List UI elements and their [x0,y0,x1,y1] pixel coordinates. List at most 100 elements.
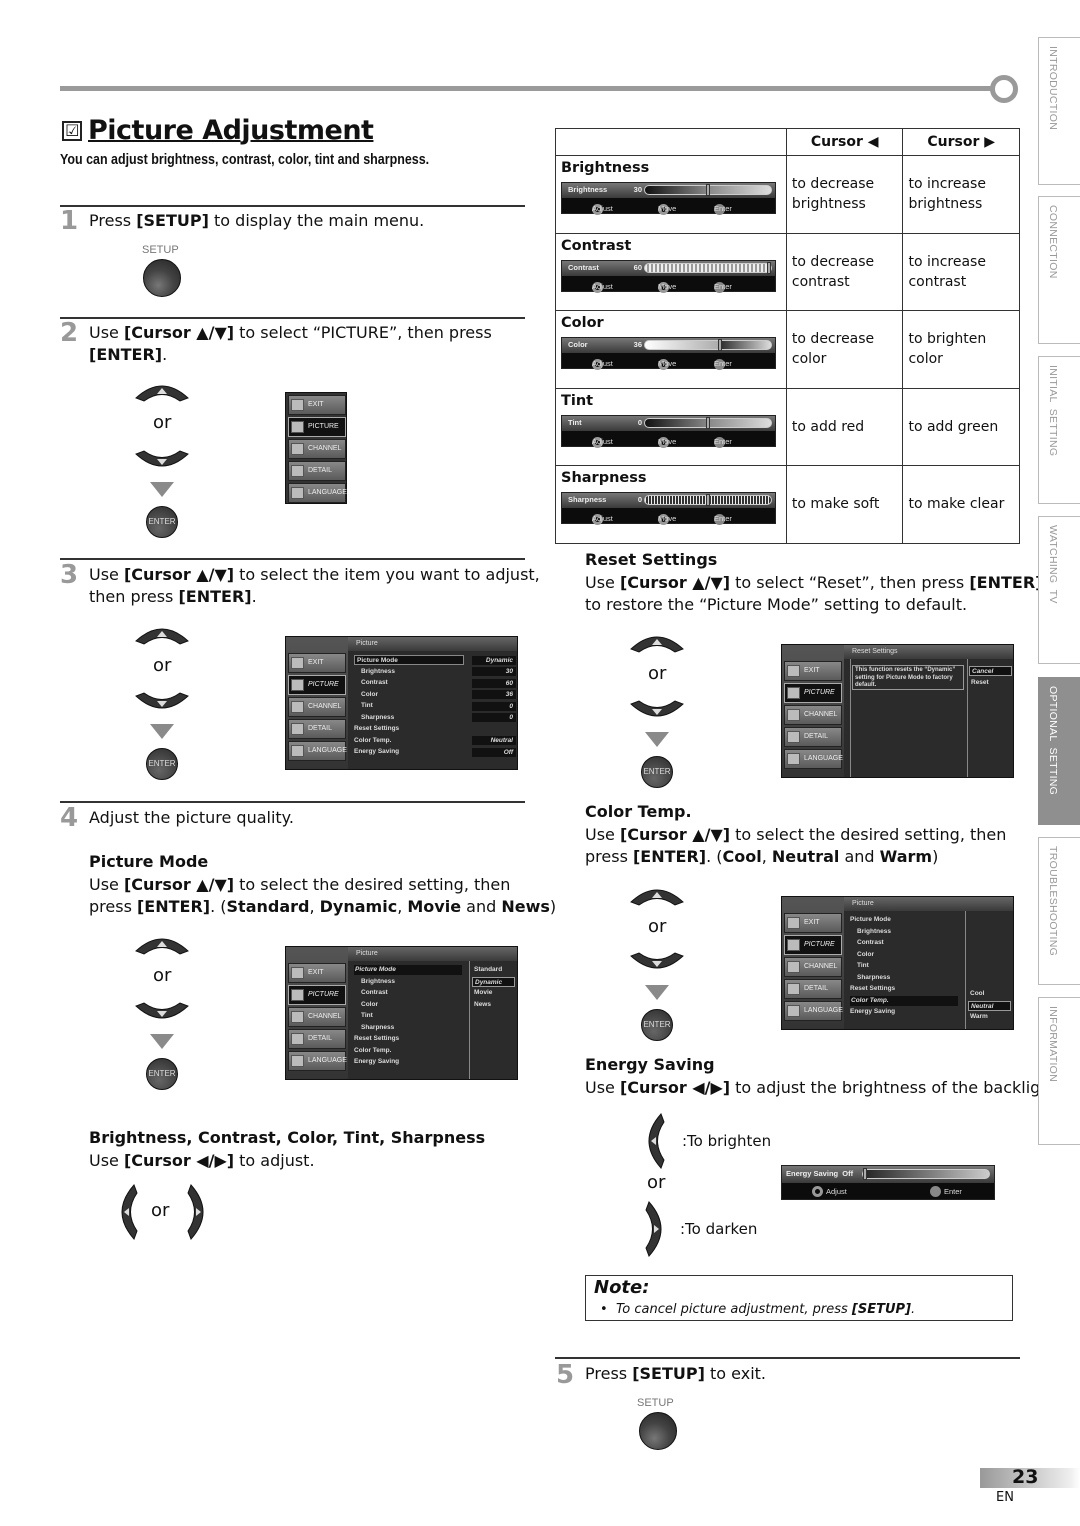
hint-enter: Enter [930,1186,962,1197]
osd-slider-bar: Contrast 60 [562,260,775,276]
side-tab-information[interactable]: INFORMATION [1038,997,1080,1145]
page-title: ☑ Picture Adjustment [62,115,374,146]
language-icon [787,753,800,765]
osd-slider-knob [718,339,723,351]
to-darken-label: :To darken [680,1220,758,1238]
tv-menu-row: Brightness [361,977,395,985]
detail-icon [787,731,800,743]
side-tab-label: INITIAL SETTING [1047,365,1059,457]
menu-item-detail: DETAIL [784,727,842,747]
osd-slider-knob [706,494,710,506]
tv-menu-value: 36 [472,690,516,699]
note-box: Note: • To cancel picture adjustment, pr… [585,1275,1013,1321]
note-title: Note: [594,1277,650,1298]
osd-hint-bar: Adjust Move Enter [562,198,775,215]
channel-icon [291,1011,304,1023]
picture-icon [291,679,304,691]
tv-option: News [474,1000,491,1008]
adjust-ring-icon [812,1186,823,1197]
menu-item-exit: EXIT [784,913,842,933]
tv-reset-settings-menu: EXIT PICTURE CHANNEL DETAIL LANGUAGE Res… [781,644,1014,778]
menu-item-channel: CHANNEL [288,439,346,459]
tv-menu-value: 0 [472,713,516,722]
step-divider [555,1357,1020,1359]
tv-menu-row: Sharpness [857,973,891,981]
tv-menu-row: Brightness [857,927,891,935]
tv-menu-row: Color Temp. [354,736,392,744]
step-1-text: Press [SETUP] to display the main menu. [89,211,425,230]
menu-item-language: LANGUAGE [288,741,347,761]
table-cell-cursor-left: to add red [785,387,904,466]
cursor-down-icon [135,450,189,467]
channel-icon [787,961,800,973]
side-tab-watching-tv[interactable]: WATCHING TV [1038,516,1080,664]
picture-mode-heading: Picture Mode [89,852,209,871]
side-tab-optional-setting[interactable]: OPTIONAL SETTING [1038,677,1080,825]
tv-menu-row: Contrast [361,679,388,686]
step-5-text: Press [SETUP] to exit. [585,1364,766,1383]
tv-menu-row: Color [361,1000,378,1008]
tv-menu-row: Tint [857,962,869,969]
tv-menu-row: Reset Settings [850,985,896,992]
setup-button-label: SETUP [637,1397,674,1409]
osd-slider-bar: Sharpness 0 [562,493,775,508]
item-label: Sharpness [561,470,647,486]
tv-menu-header: Picture [348,947,517,961]
language-icon [291,487,304,499]
flow-arrow-icon [150,724,174,739]
side-tab-troubleshooting[interactable]: TROUBLESHOOTING [1038,837,1080,985]
table-cell-item: Sharpness Sharpness 0 Adjust Move Enter [555,465,787,544]
tv-option: Standard [474,966,503,973]
reset-option-cancel: Cancel [969,666,1012,676]
tv-option: Cool [970,990,985,997]
osd-slider-label: Color [568,340,588,349]
step-number-5: 5 [556,1360,575,1390]
language-icon [787,1005,800,1017]
picture-icon [787,687,800,699]
item-label: Contrast [561,237,632,254]
table-cell-cursor-right: to brighten color [902,310,1020,389]
cursor-left-icon [648,1113,665,1169]
table-cell-item: Contrast Contrast 60 Adjust Move Enter [555,232,787,311]
table-cell-cursor-right: to make clear [902,465,1020,544]
tv-menu-header: Picture [844,897,1013,911]
tv-menu-row: Sharpness [361,1023,395,1031]
setup-button-icon [639,1412,677,1450]
enter-button-icon: ENTER [146,506,178,538]
osd-slider-bar: Color 36 [562,338,775,353]
tv-menu-value: 60 [472,678,516,688]
side-tab-label: INFORMATION [1047,1006,1059,1083]
color-temp-heading: Color Temp. [585,802,692,821]
menu-item-exit: EXIT [288,963,346,983]
osd-slider: Contrast 60 Adjust Move Enter [561,259,776,293]
cursor-up-icon [135,938,189,955]
menu-item-picture: PICTURE [288,417,346,437]
cursor-down-icon [135,692,189,709]
exit-icon [787,917,800,929]
table-cell-cursor-right: to add green [902,387,1020,466]
table-cell-item: Tint Tint 0 Adjust Move Enter [555,387,787,466]
side-tab-introduction[interactable]: INTRODUCTION [1038,37,1080,185]
side-tab-connection[interactable]: CONNECTION [1038,196,1080,344]
menu-item-picture: PICTURE [288,985,346,1005]
or-label: or [153,965,172,986]
tv-menu-divider [469,961,470,1079]
or-label: or [153,412,172,433]
detail-icon [291,723,304,735]
tv-menu-row: Picture Mode [354,655,464,665]
side-tab-label: OPTIONAL SETTING [1047,686,1059,796]
tv-menu-header: Reset Settings [844,645,1013,659]
tv-menu-row: Tint [361,1012,373,1019]
menu-item-detail: DETAIL [288,1029,346,1049]
energy-saving-text: Use [Cursor ◀/▶] to adjust the brightnes… [585,1078,1062,1097]
language-code: EN [996,1490,1014,1505]
table-header-row: Cursor ◀ Cursor ▶ [555,128,1020,156]
osd-slider-value: 60 [633,262,642,272]
menu-item-detail: DETAIL [288,719,346,739]
side-tab-initial-setting[interactable]: INITIAL SETTING [1038,356,1080,504]
detail-icon [787,983,800,995]
tv-menu-row: Reset Settings [354,725,400,732]
page-number: 23 [1012,1466,1039,1488]
enter-button-icon: ENTER [641,756,673,788]
or-label: or [151,1200,170,1221]
